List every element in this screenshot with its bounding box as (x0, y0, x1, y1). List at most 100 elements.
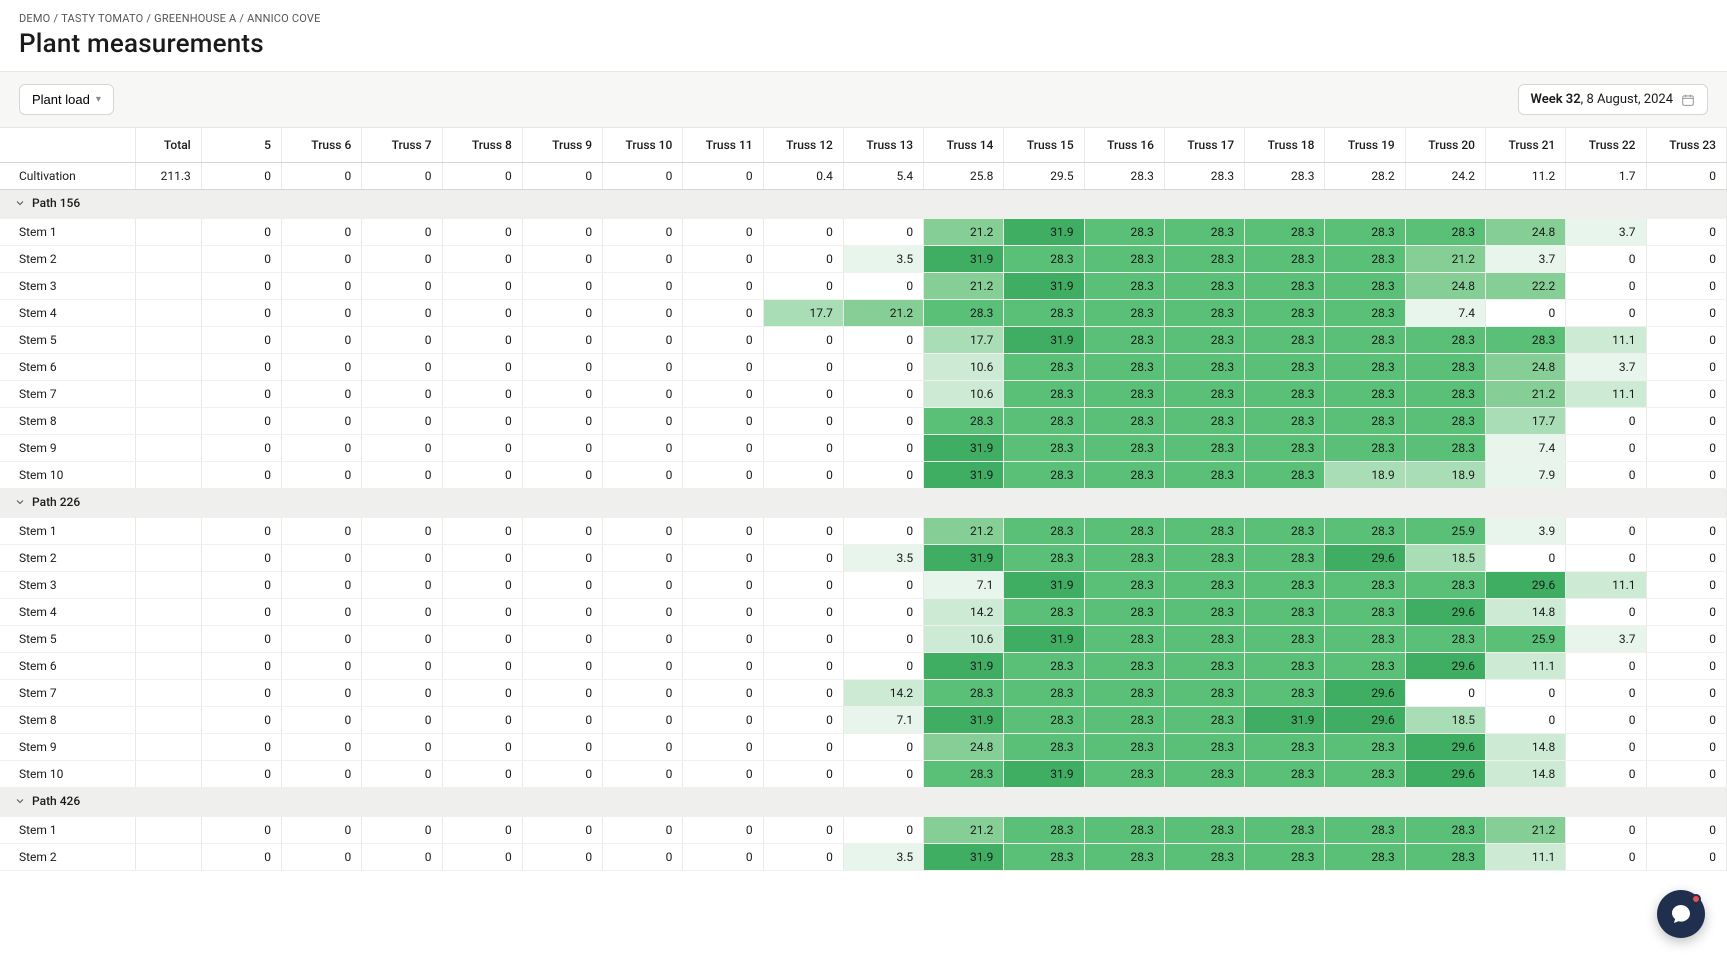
row-label: Stem 7 (0, 381, 136, 408)
value-cell: 0 (442, 462, 522, 489)
breadcrumb[interactable]: DEMO/TASTY TOMATO/GREENHOUSE A/ANNICO CO… (19, 12, 1708, 25)
value-cell: 28.3 (1485, 327, 1565, 354)
path-group-row[interactable]: Path 426 (0, 788, 1727, 817)
stem-row: Stem 100000000021.228.328.328.328.328.32… (0, 817, 1727, 844)
value-cell: 0 (1646, 273, 1726, 300)
path-group-row[interactable]: Path 226 (0, 489, 1727, 518)
value-cell: 0 (362, 273, 442, 300)
value-cell: 28.3 (1004, 653, 1084, 680)
value-cell: 0 (522, 844, 602, 871)
value-cell: 0 (1566, 246, 1646, 273)
column-header[interactable]: Truss 16 (1084, 128, 1164, 163)
column-header[interactable]: Truss 21 (1485, 128, 1565, 163)
table-scroll-region[interactable]: Total5Truss 6Truss 7Truss 8Truss 9Truss … (0, 128, 1727, 943)
column-header[interactable]: 5 (201, 128, 281, 163)
value-cell: 28.3 (1164, 435, 1244, 462)
column-header[interactable]: Truss 11 (683, 128, 763, 163)
column-header[interactable]: Truss 19 (1325, 128, 1405, 163)
row-label: Stem 3 (0, 273, 136, 300)
value-cell: 0 (1566, 408, 1646, 435)
value-cell: 29.6 (1325, 707, 1405, 734)
value-cell: 0 (843, 734, 923, 761)
column-header[interactable]: Total (136, 128, 202, 163)
value-cell: 0 (683, 599, 763, 626)
value-cell: 0 (843, 408, 923, 435)
column-header[interactable]: Truss 10 (603, 128, 683, 163)
total-cell: 211.3 (136, 163, 202, 190)
value-cell: 0 (201, 545, 281, 572)
stem-row: Stem 600000000031.928.328.328.328.328.32… (0, 653, 1727, 680)
value-cell: 7.4 (1485, 435, 1565, 462)
value-cell: 28.3 (1084, 680, 1164, 707)
value-cell: 0 (763, 435, 843, 462)
path-group-label[interactable]: Path 156 (0, 190, 1727, 219)
value-cell: 28.3 (1164, 273, 1244, 300)
value-cell: 28.3 (1245, 626, 1325, 653)
value-cell: 0 (763, 653, 843, 680)
value-cell: 0 (522, 680, 602, 707)
breadcrumb-segment[interactable]: TASTY TOMATO (61, 12, 143, 25)
expand-toggle[interactable]: Path 426 (14, 794, 80, 808)
value-cell: 0 (442, 844, 522, 871)
value-cell: 0 (1646, 626, 1726, 653)
stem-row: Stem 900000000024.828.328.328.328.328.32… (0, 734, 1727, 761)
column-header[interactable]: Truss 8 (442, 128, 522, 163)
column-header[interactable]: Truss 13 (843, 128, 923, 163)
breadcrumb-segment[interactable]: ANNICO COVE (247, 12, 320, 25)
value-cell: 0 (282, 300, 362, 327)
column-header[interactable]: Truss 14 (924, 128, 1004, 163)
value-cell: 28.3 (1164, 545, 1244, 572)
column-header[interactable]: Truss 17 (1164, 128, 1244, 163)
column-header[interactable]: Truss 22 (1566, 128, 1646, 163)
path-group-label[interactable]: Path 426 (0, 788, 1727, 817)
expand-toggle[interactable]: Path 156 (14, 196, 80, 210)
value-cell: 28.3 (1325, 844, 1405, 871)
column-header[interactable]: Truss 6 (282, 128, 362, 163)
total-cell (136, 734, 202, 761)
value-cell: 0 (442, 734, 522, 761)
value-cell: 10.6 (924, 381, 1004, 408)
value-cell: 0 (282, 653, 362, 680)
week-date-picker[interactable]: Week 32, 8 August, 2024 (1518, 84, 1709, 115)
value-cell: 0 (442, 599, 522, 626)
value-cell: 0 (1566, 599, 1646, 626)
value-cell: 28.3 (1245, 844, 1325, 871)
total-cell (136, 653, 202, 680)
column-header[interactable]: Truss 9 (522, 128, 602, 163)
value-cell: 28.3 (1004, 734, 1084, 761)
value-cell: 0 (201, 381, 281, 408)
value-cell: 28.3 (1245, 462, 1325, 489)
value-cell: 28.3 (1325, 518, 1405, 545)
value-cell: 28.3 (1245, 518, 1325, 545)
path-group-row[interactable]: Path 156 (0, 190, 1727, 219)
column-header[interactable]: Truss 23 (1646, 128, 1726, 163)
value-cell: 28.3 (1245, 734, 1325, 761)
value-cell: 31.9 (924, 545, 1004, 572)
value-cell: 0 (522, 354, 602, 381)
column-header[interactable]: Truss 20 (1405, 128, 1485, 163)
column-header[interactable]: Truss 18 (1245, 128, 1325, 163)
value-cell: 5.4 (843, 163, 923, 190)
expand-toggle[interactable]: Path 226 (14, 495, 80, 509)
value-cell: 18.5 (1405, 545, 1485, 572)
value-cell: 28.3 (1405, 626, 1485, 653)
value-cell: 0 (201, 435, 281, 462)
column-header[interactable]: Truss 12 (763, 128, 843, 163)
value-cell: 0 (1566, 518, 1646, 545)
value-cell: 28.3 (1084, 599, 1164, 626)
total-cell (136, 817, 202, 844)
stem-row: Stem 500000000017.731.928.328.328.328.32… (0, 327, 1727, 354)
value-cell: 29.6 (1485, 572, 1565, 599)
value-cell: 21.2 (924, 817, 1004, 844)
column-header[interactable]: Truss 7 (362, 128, 442, 163)
value-cell: 0 (603, 599, 683, 626)
path-group-label[interactable]: Path 226 (0, 489, 1727, 518)
value-cell: 0 (1646, 246, 1726, 273)
breadcrumb-segment[interactable]: GREENHOUSE A (154, 12, 236, 25)
column-header[interactable]: Truss 15 (1004, 128, 1084, 163)
chat-launcher[interactable] (1657, 890, 1705, 938)
plant-load-dropdown[interactable]: Plant load ▾ (19, 84, 114, 115)
breadcrumb-segment[interactable]: DEMO (19, 12, 50, 25)
value-cell: 28.3 (1004, 435, 1084, 462)
value-cell: 24.8 (924, 734, 1004, 761)
